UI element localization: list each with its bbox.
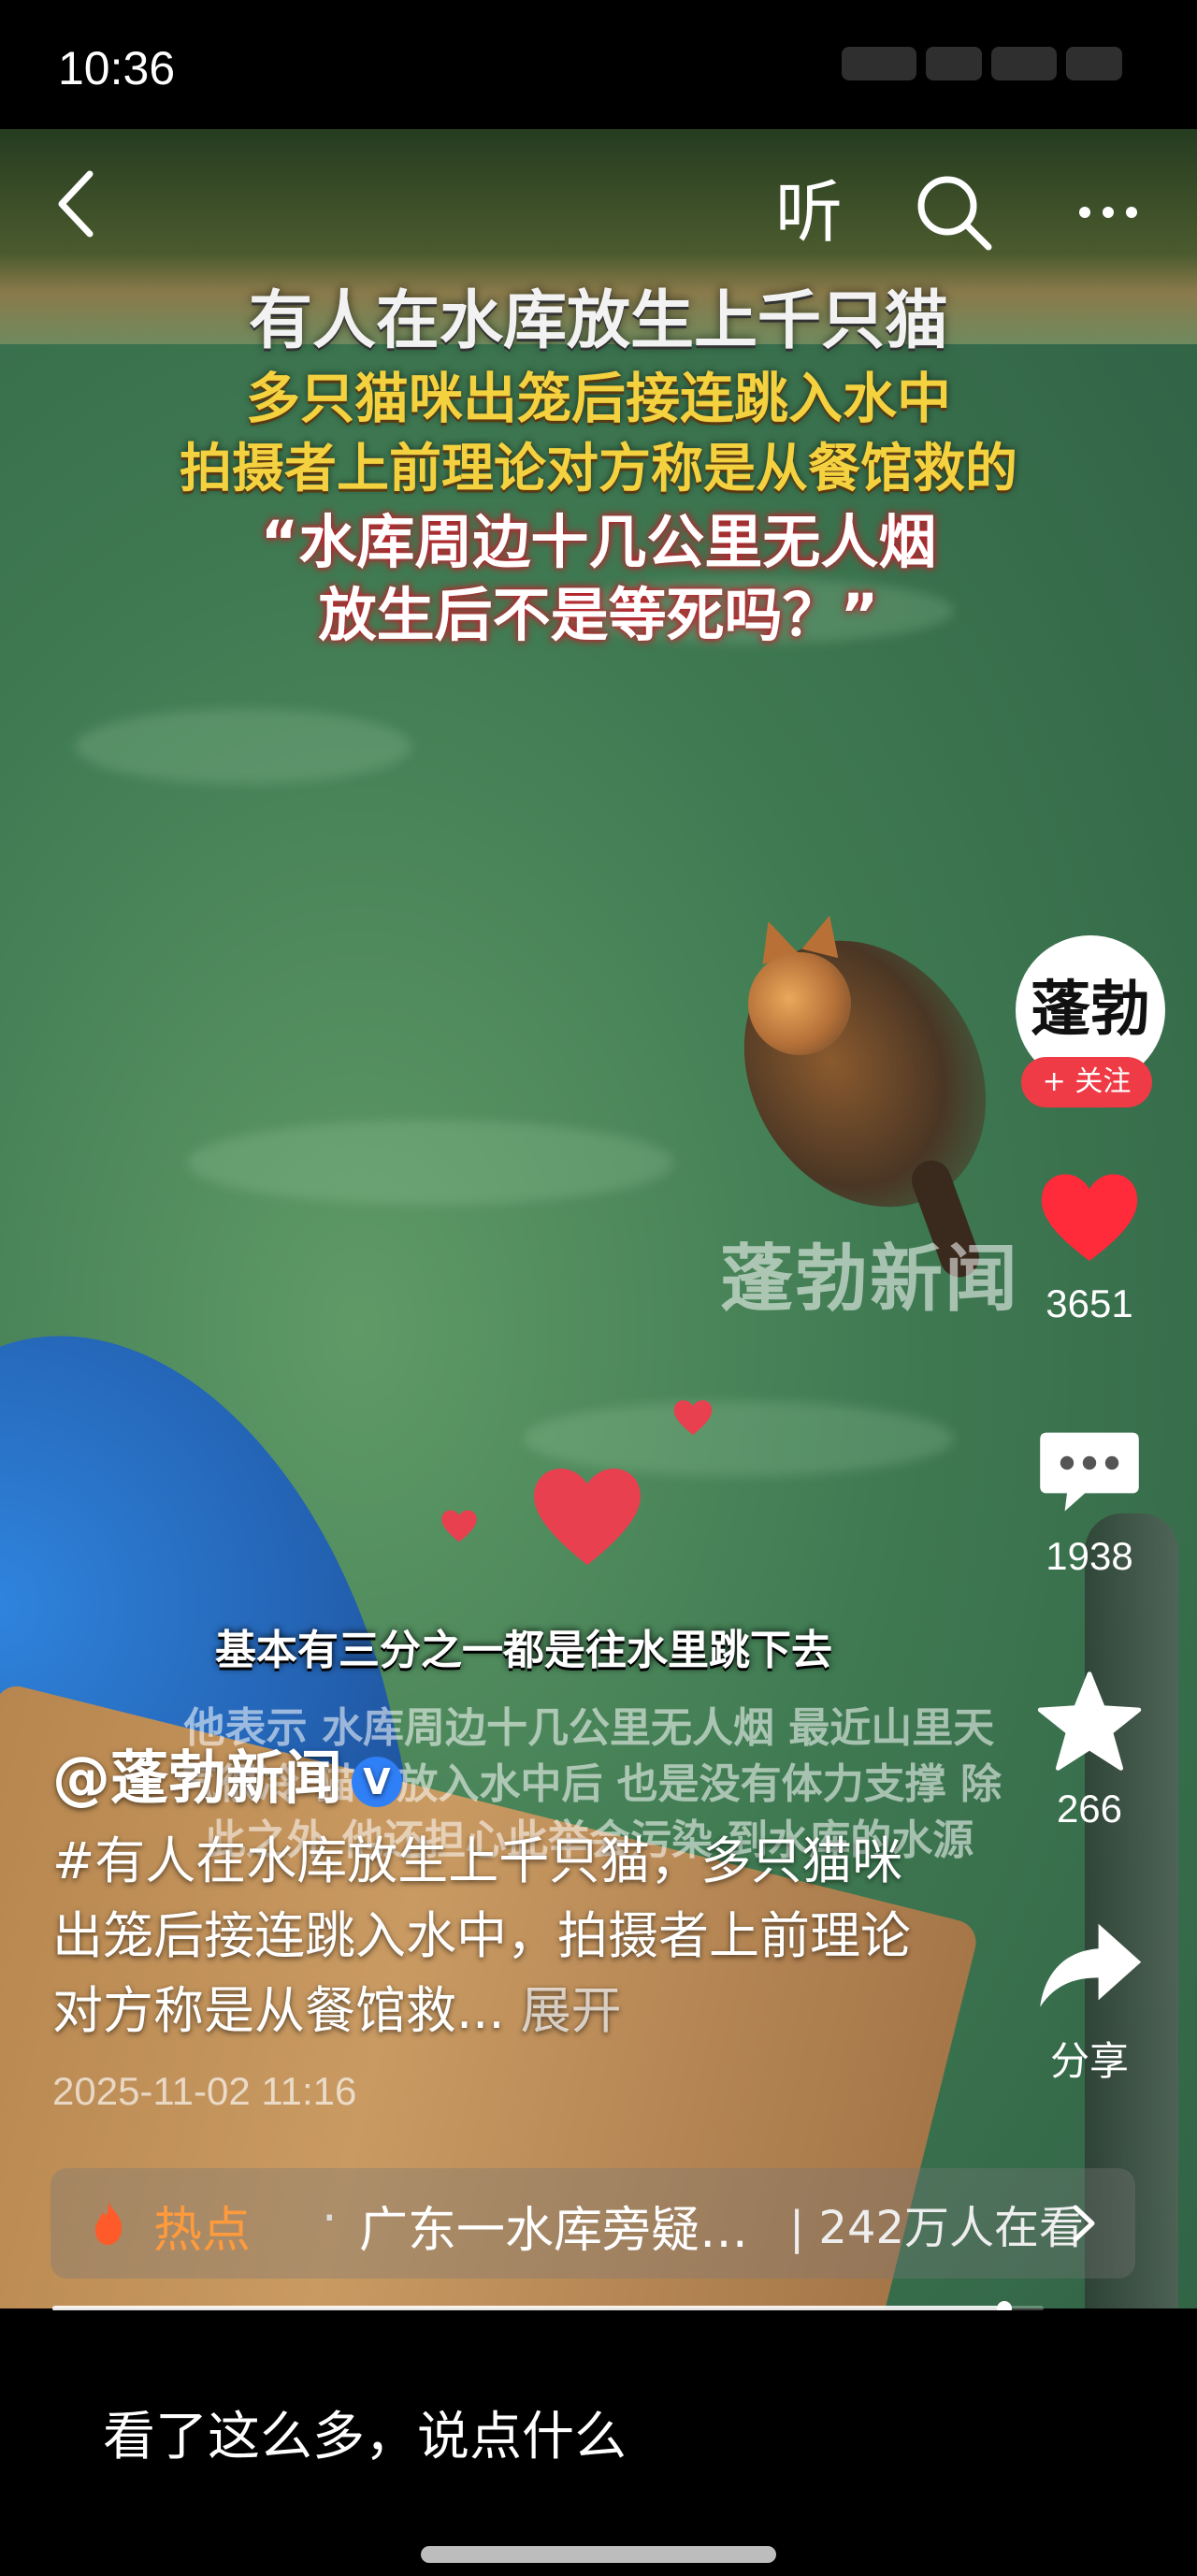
hot-topic-bar[interactable]: 热点 · 广东一水库旁疑… | 242万人在看: [50, 2168, 1135, 2279]
video-watermark: 蓬勃新闻: [720, 1237, 1020, 1322]
hot-title: 广东一水库旁疑…: [359, 2203, 749, 2259]
follow-button[interactable]: + 关注: [1021, 1057, 1152, 1107]
favorite-button[interactable]: 266: [1010, 1665, 1169, 1831]
favorite-count: 266: [1056, 1787, 1123, 1831]
cat-head: [748, 952, 851, 1055]
home-indicator: [421, 2546, 776, 2563]
like-button[interactable]: 3651: [1010, 1160, 1169, 1326]
headline-line-3: 拍摄者上前理论对方称是从餐馆救的: [180, 438, 1017, 499]
post-description[interactable]: #有人在水库放生上千只猫，多只猫咪出笼后接连跳入水中，拍摄者上前理论对方称是从餐…: [52, 1824, 950, 2048]
headline-line-5: 放生后不是等死吗？”: [318, 580, 879, 649]
comment-bar: 看了这么多，说点什么: [0, 2310, 1197, 2576]
author-name[interactable]: @蓬勃新闻 V: [52, 1730, 403, 1815]
publish-date: 2025-11-02 11:16: [52, 2069, 357, 2113]
author-handle[interactable]: @蓬勃新闻: [52, 1744, 342, 1812]
like-animation: [438, 1394, 756, 1599]
hot-label: 热点: [153, 2203, 252, 2259]
fire-icon: [95, 2202, 122, 2245]
comment-input[interactable]: 看了这么多，说点什么: [103, 2395, 627, 2470]
expand-link[interactable]: 展开: [521, 1981, 622, 2040]
video-headline: 有人在水库放生上千只猫 多只猫咪出笼后接连跳入水中 拍摄者上前理论对方称是从餐馆…: [0, 284, 1197, 649]
status-time: 10:36: [58, 42, 176, 94]
headline-line-2: 多只猫咪出笼后接连跳入水中: [245, 367, 951, 431]
comment-icon: [1040, 1432, 1139, 1512]
heart-icon: [1041, 1174, 1138, 1261]
comment-button[interactable]: 1938: [1010, 1412, 1169, 1579]
status-icons: [832, 47, 1141, 88]
search-icon[interactable]: [912, 170, 996, 254]
heart-icon: [534, 1469, 641, 1566]
more-icon[interactable]: [1066, 170, 1150, 254]
verified-icon: V: [352, 1756, 403, 1807]
hot-viewers: | 242万人在看: [789, 2202, 1085, 2254]
status-bar: 10:36: [0, 0, 1197, 129]
share-label: 分享: [1049, 2039, 1129, 2083]
heart-icon: [673, 1400, 713, 1435]
star-icon: [1037, 1672, 1142, 1771]
listen-button[interactable]: 听: [767, 170, 851, 254]
back-icon[interactable]: [47, 166, 112, 241]
water-ripple: [187, 1121, 673, 1205]
hot-separator: ·: [322, 2191, 338, 2247]
comment-count: 1938: [1046, 1534, 1133, 1578]
video-subtitle: 基本有三分之一都是往水里跳下去: [215, 1627, 832, 1674]
top-navigation: 听: [0, 129, 1197, 297]
swimming-cat: [695, 895, 1035, 1252]
chevron-right-icon: [1073, 2205, 1095, 2242]
share-icon: [1040, 1923, 1142, 2007]
like-count: 3651: [1046, 1281, 1133, 1325]
description-text: #有人在水库放生上千只猫，多只猫咪出笼后接连跳入水中，拍摄者上前理论对方称是从餐…: [52, 1831, 911, 2040]
water-ripple: [75, 709, 411, 784]
share-button[interactable]: 分享: [1010, 1908, 1169, 2087]
heart-icon: [441, 1510, 477, 1542]
headline-line-4: “水库周边十几公里无人烟: [260, 508, 937, 577]
